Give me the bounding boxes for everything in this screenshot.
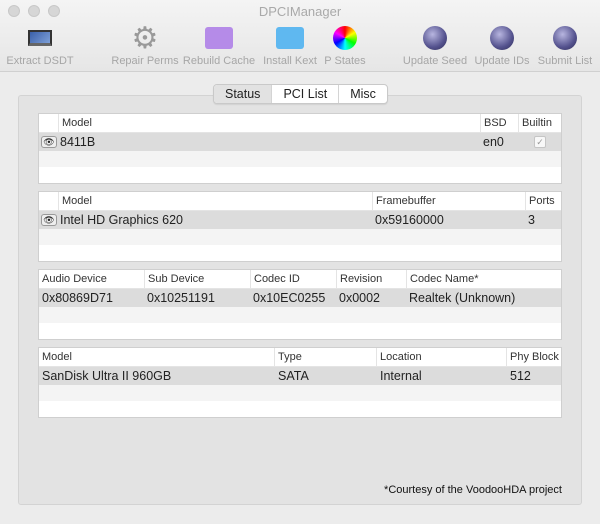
toolbar-label: Repair Perms [111,55,179,67]
column-header[interactable]: Ports [525,192,562,211]
cell-model: Intel HD Graphics 620 [60,213,183,227]
column-header[interactable]: Sub Device [144,270,250,289]
graphics-table[interactable]: Model Framebuffer Ports 👁 Intel HD Graph… [38,191,562,262]
laptop-icon [26,24,54,52]
toolbar-label: Update IDs [474,55,530,67]
storage-table[interactable]: Model Type Location Phy Block SanDisk Ul… [38,347,562,418]
column-header[interactable]: Builtin [518,114,562,133]
tab-bar: Status PCI List Misc [213,84,388,104]
cell-type: SATA [278,369,309,383]
column-header[interactable]: Audio Device [39,270,144,289]
color-wheel-icon [331,24,359,52]
column-header[interactable]: Location [376,348,506,367]
cell-framebuffer: 0x59160000 [375,213,444,227]
table-row[interactable]: 0x80869D71 0x10251191 0x10EC0255 0x0002 … [39,289,561,307]
builtin-checkbox[interactable]: ✓ [534,136,546,148]
globe-icon [488,24,516,52]
toolbar-label: Extract DSDT [6,55,74,67]
column-header[interactable]: Type [274,348,376,367]
folder-kext-icon [276,24,304,52]
cell-revision: 0x0002 [339,291,381,305]
cell-audio-device: 0x80869D71 [42,291,113,305]
gear-icon: ⚙ [131,21,159,55]
toolbar-label: P States [324,55,366,67]
cell-location: Internal [380,369,422,383]
cell-sub-device: 0x10251191 [147,291,215,305]
cell-bsd: en0 [483,135,504,149]
column-header[interactable]: Framebuffer [372,192,525,211]
cell-codec-name: Realtek (Unknown) [409,291,516,305]
cell-model: 8411B [60,135,96,149]
cell-model: SanDisk Ultra II 960GB [42,369,172,383]
toolbar-label: Rebuild Cache [182,55,256,67]
title-bar: DPCIManager Extract DSDT ⚙ Repair Perms … [0,0,600,72]
column-header[interactable]: Codec ID [250,270,336,289]
table-row[interactable]: SanDisk Ultra II 960GB SATA Internal 512 [39,367,561,385]
tab-pci-list[interactable]: PCI List [272,85,340,103]
eye-icon[interactable]: 👁 [41,136,57,148]
toolbar-label: Submit List [537,55,593,67]
table-row[interactable]: 👁 Intel HD Graphics 620 0x59160000 3 [39,211,561,229]
column-header[interactable]: Phy Block [506,348,562,367]
column-header[interactable]: Revision [336,270,406,289]
extract-dsdt-button[interactable]: Extract DSDT [2,24,78,67]
p-states-button[interactable]: P States [307,24,383,67]
tab-status[interactable]: Status [214,85,273,103]
cell-ports: 3 [528,213,535,227]
window-title: DPCIManager [258,4,342,19]
column-header[interactable]: Model [39,348,274,367]
update-seed-button[interactable]: Update Seed [397,24,473,67]
toolbar-label: Update Seed [402,55,468,67]
column-header[interactable]: Model [58,114,480,133]
folder-gear-icon [205,24,233,52]
network-table[interactable]: Model BSD Builtin 👁 8411B en0 ✓ [38,113,562,184]
rebuild-cache-button[interactable]: Rebuild Cache [181,24,257,67]
audio-table[interactable]: Audio Device Sub Device Codec ID Revisio… [38,269,562,340]
globe-icon [551,24,579,52]
footnote: *Courtesy of the VoodooHDA project [384,484,562,496]
repair-perms-button[interactable]: ⚙ Repair Perms [107,21,183,68]
column-header[interactable]: Model [58,192,372,211]
eye-icon[interactable]: 👁 [41,214,57,226]
tab-misc[interactable]: Misc [339,85,387,103]
cell-codec-id: 0x10EC0255 [253,291,326,305]
table-row[interactable]: 👁 8411B en0 ✓ [39,133,561,151]
column-header[interactable]: Codec Name* [406,270,562,289]
column-header[interactable]: BSD [480,114,518,133]
cell-phy-block: 512 [510,369,531,383]
globe-icon [421,24,449,52]
submit-list-button[interactable]: Submit List [527,24,600,67]
